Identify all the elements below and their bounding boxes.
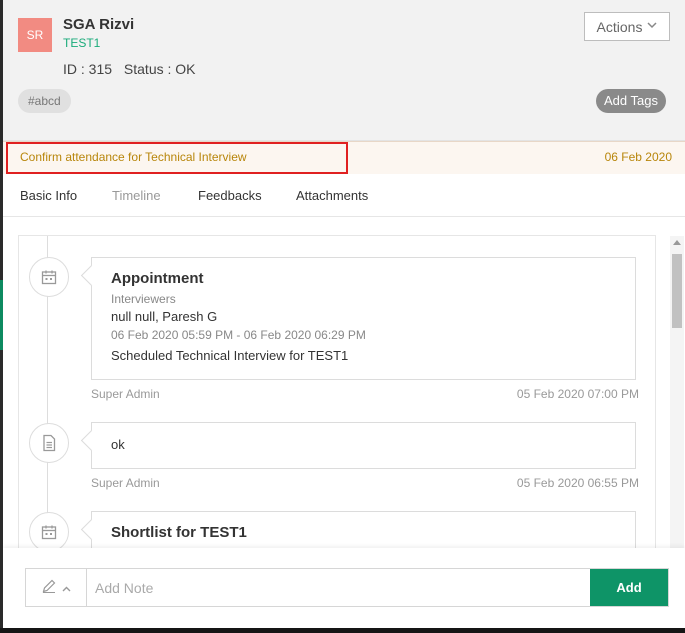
candidate-meta: ID : 315 Status : OK (63, 61, 204, 77)
task-date: 06 Feb 2020 (604, 150, 672, 164)
chevron-down-icon (647, 21, 657, 32)
backdrop-bottom (0, 628, 685, 633)
actions-dropdown[interactable]: Actions (584, 12, 670, 41)
calendar-icon (29, 512, 69, 549)
task-text[interactable]: Confirm attendance for Technical Intervi… (20, 150, 247, 164)
tab-bar: Basic Info Timeline Feedbacks Attachment… (3, 174, 685, 217)
card-title: Shortlist for TEST1 (111, 524, 247, 541)
scrollbar-thumb[interactable] (672, 254, 682, 328)
card-created: 05 Feb 2020 06:55 PM (516, 476, 639, 490)
timeline-card-shortlist: Shortlist for TEST1 (91, 511, 636, 549)
card-description: Scheduled Technical Interview for TEST1 (111, 348, 349, 363)
avatar: SR (18, 18, 52, 52)
add-note-input[interactable] (87, 569, 587, 606)
add-tags-button[interactable]: Add Tags (596, 89, 666, 113)
candidate-id: ID : 315 (63, 61, 113, 77)
timeline-list: Appointment Interviewers null null, Pare… (18, 235, 656, 550)
candidate-subtitle-link[interactable]: TEST1 (63, 36, 100, 50)
card-title: Appointment (111, 270, 204, 287)
tab-basic-info[interactable]: Basic Info (20, 188, 77, 203)
card-people: null null, Paresh G (111, 309, 218, 324)
tag-chip[interactable]: #abcd (18, 89, 71, 113)
calendar-icon (29, 257, 69, 297)
timeline-card-note: ok (91, 422, 636, 469)
add-note-bar: Add (3, 548, 685, 628)
tab-feedbacks[interactable]: Feedbacks (198, 188, 262, 203)
candidate-name: SGA Rizvi (63, 16, 135, 33)
tab-attachments[interactable]: Attachments (296, 188, 368, 203)
document-icon (29, 423, 69, 463)
card-label: Interviewers (111, 292, 176, 306)
pencil-icon (41, 578, 57, 597)
card-time-range: 06 Feb 2020 05:59 PM - 06 Feb 2020 06:29… (111, 328, 366, 342)
card-author: Super Admin (91, 476, 160, 490)
card-created: 05 Feb 2020 07:00 PM (516, 387, 639, 401)
add-note-button[interactable]: Add (590, 569, 668, 606)
chevron-up-icon (62, 581, 71, 595)
note-text: ok (111, 437, 125, 452)
note-input-group: Add (25, 568, 669, 607)
actions-label: Actions (596, 18, 643, 35)
tab-timeline[interactable]: Timeline (112, 188, 161, 203)
card-author: Super Admin (91, 387, 160, 401)
note-type-dropdown[interactable] (26, 569, 87, 606)
candidate-panel: SR SGA Rizvi TEST1 ID : 315 Status : OK … (3, 0, 685, 628)
timeline-card-appointment: Appointment Interviewers null null, Pare… (91, 257, 636, 380)
candidate-status: Status : OK (123, 61, 196, 77)
scrollbar[interactable] (670, 236, 684, 548)
scroll-up-arrow-icon[interactable] (673, 240, 681, 245)
task-banner[interactable]: Confirm attendance for Technical Intervi… (3, 141, 685, 174)
candidate-header: SR SGA Rizvi TEST1 ID : 315 Status : OK … (3, 0, 685, 141)
